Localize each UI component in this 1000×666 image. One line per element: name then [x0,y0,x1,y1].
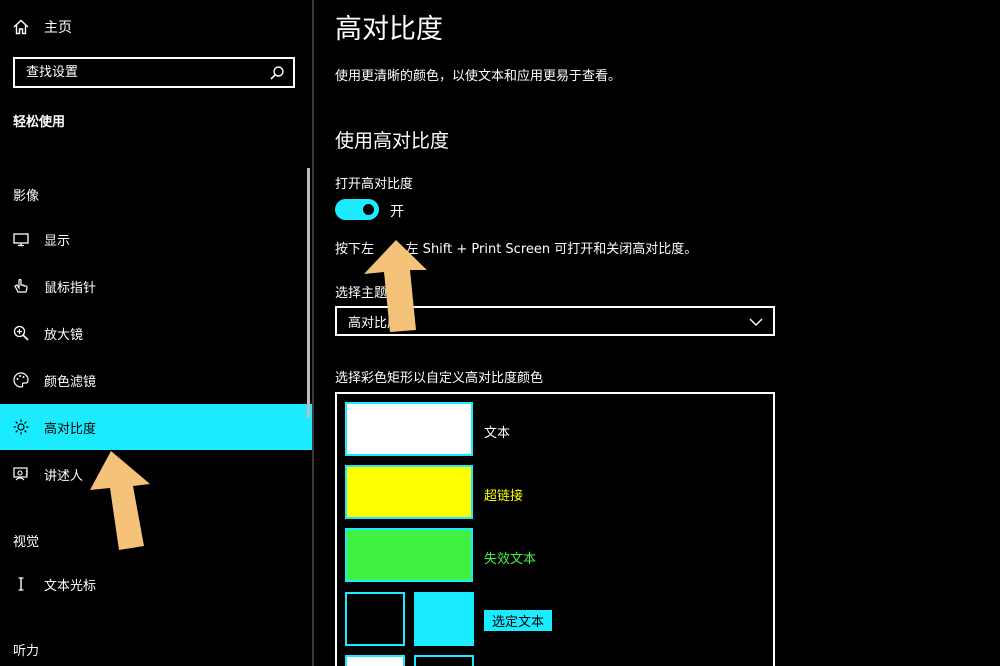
sidebar-item-label: 讲述人 [44,468,84,484]
palette-icon [12,371,30,389]
sidebar-item-label: 显示 [44,233,71,249]
sun-icon [12,418,30,436]
page-title: 高对比度 [335,14,443,45]
search-input[interactable] [26,65,269,80]
home-icon [12,18,30,36]
narrator-icon [12,465,30,483]
disabled-text-color-swatch[interactable] [345,528,473,582]
search-icon[interactable] [269,65,285,81]
hyperlink-color-label: 超链接 [484,489,524,504]
sidebar-item-magnifier[interactable]: 放大镜 [0,310,312,356]
hyperlink-color-swatch[interactable] [345,465,473,519]
annotation-arrow-up-icon [90,451,150,550]
color-customize-label: 选择彩色矩形以自定义高对比度颜色 [335,371,544,386]
pane-divider [312,0,314,666]
mouse-pointer-icon [12,277,30,295]
high-contrast-toggle[interactable] [335,199,379,220]
sidebar-item-label: 放大镜 [44,327,84,343]
chevron-down-icon [749,316,763,326]
sidebar-item-label: 颜色滤镜 [44,374,97,390]
search-box[interactable] [13,57,295,88]
sidebar: 主页 轻松使用 影像 显示 鼠标指针 放大镜 颜色滤镜 [0,0,312,666]
magnifier-icon [12,324,30,342]
home-label: 主页 [44,20,72,36]
button-bg-color-swatch[interactable] [345,655,405,666]
text-color-swatch[interactable] [345,402,473,456]
toggle-knob [363,204,374,215]
sidebar-item-label: 文本光标 [44,578,97,594]
text-cursor-icon [12,575,30,593]
section-subtitle: 使用高对比度 [335,130,450,152]
group-title-vision: 影像 [13,189,40,204]
sidebar-item-label: 高对比度 [44,421,97,437]
toggle-state: 开 [390,204,404,220]
group-title-hearing: 听力 [13,644,40,659]
sidebar-item-high-contrast[interactable]: 高对比度 [0,404,312,450]
group-title-interaction: 视觉 [13,535,40,550]
selected-text-sample: 选定文本 [484,610,553,631]
button-fg-color-swatch[interactable] [414,655,474,666]
sidebar-item-text-cursor[interactable]: 文本光标 [0,561,312,607]
sidebar-item-mouse-pointer[interactable]: 鼠标指针 [0,263,312,309]
sidebar-item-narrator[interactable]: 讲述人 [0,451,312,497]
selected-bg-color-swatch[interactable] [345,592,405,646]
disabled-text-color-label: 失效文本 [484,552,537,567]
nav-home[interactable]: 主页 [12,14,72,40]
color-panel: 文本 超链接 失效文本 选定文本 [335,392,775,666]
page-description: 使用更清晰的颜色，以使文本和应用更易于查看。 [335,69,622,84]
annotation-arrow-up-icon [364,240,427,332]
sidebar-scrollbar[interactable] [307,168,310,418]
section-title: 轻松使用 [13,115,66,130]
text-color-label: 文本 [484,426,511,441]
toggle-label: 打开高对比度 [335,177,414,192]
monitor-icon [12,230,30,248]
sidebar-item-label: 鼠标指针 [44,280,97,296]
sidebar-item-color-filters[interactable]: 颜色滤镜 [0,357,312,403]
sidebar-item-display[interactable]: 显示 [0,216,312,262]
main-content: 高对比度 使用更清晰的颜色，以使文本和应用更易于查看。 使用高对比度 打开高对比… [335,0,1000,666]
selected-fg-color-swatch[interactable] [414,592,474,646]
